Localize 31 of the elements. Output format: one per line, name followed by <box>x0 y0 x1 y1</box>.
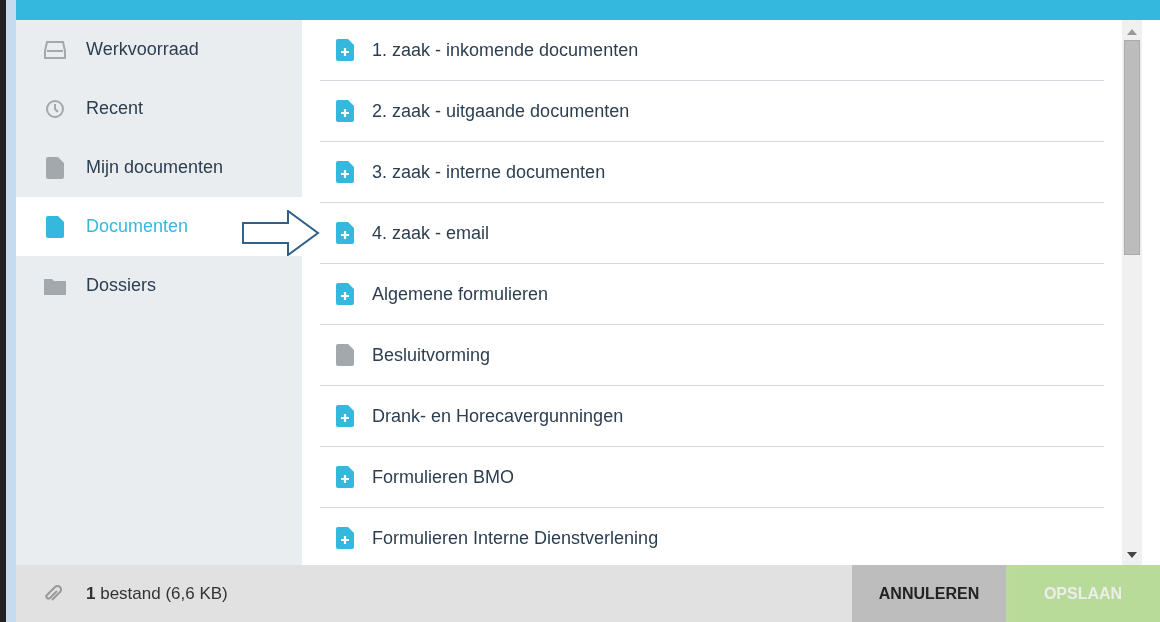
file-plus-icon <box>336 39 354 61</box>
scrollbar-thumb[interactable] <box>1124 40 1140 255</box>
sidebar-item[interactable]: Dossiers <box>16 256 302 315</box>
file-plus-icon <box>336 100 354 122</box>
document-item[interactable]: 3. zaak - interne documenten <box>320 142 1104 203</box>
sidebar-item[interactable]: Recent <box>16 79 302 138</box>
document-item[interactable]: Formulieren BMO <box>320 447 1104 508</box>
file-icon <box>46 215 64 238</box>
scroll-up-icon[interactable] <box>1127 28 1137 36</box>
folder-icon <box>44 276 66 295</box>
file-plus-icon <box>336 222 354 244</box>
sidebar-item[interactable]: Werkvoorraad <box>16 20 302 79</box>
file-plus-icon <box>336 161 354 183</box>
file-plus-icon <box>336 527 354 549</box>
document-item[interactable]: Drank- en Horecavergunningen <box>320 386 1104 447</box>
scroll-down-icon[interactable] <box>1127 551 1137 559</box>
document-item[interactable]: 2. zaak - uitgaande documenten <box>320 81 1104 142</box>
document-item[interactable]: 4. zaak - email <box>320 203 1104 264</box>
clock-icon <box>45 98 65 119</box>
tray-icon <box>44 40 66 59</box>
file-plus-icon <box>336 405 354 427</box>
file-icon <box>46 156 64 179</box>
document-item[interactable]: Algemene formulieren <box>320 264 1104 325</box>
document-item[interactable]: Besluitvorming <box>320 325 1104 386</box>
file-icon <box>336 344 354 366</box>
file-plus-icon <box>336 283 354 305</box>
cancel-button[interactable]: ANNULEREN <box>852 565 1006 622</box>
sidebar-item[interactable]: Mijn documenten <box>16 138 302 197</box>
attachment-info: 1 bestand (6,6 KB) <box>86 582 228 605</box>
document-item[interactable]: 1. zaak - inkomende documenten <box>320 20 1104 81</box>
file-plus-icon <box>336 466 354 488</box>
